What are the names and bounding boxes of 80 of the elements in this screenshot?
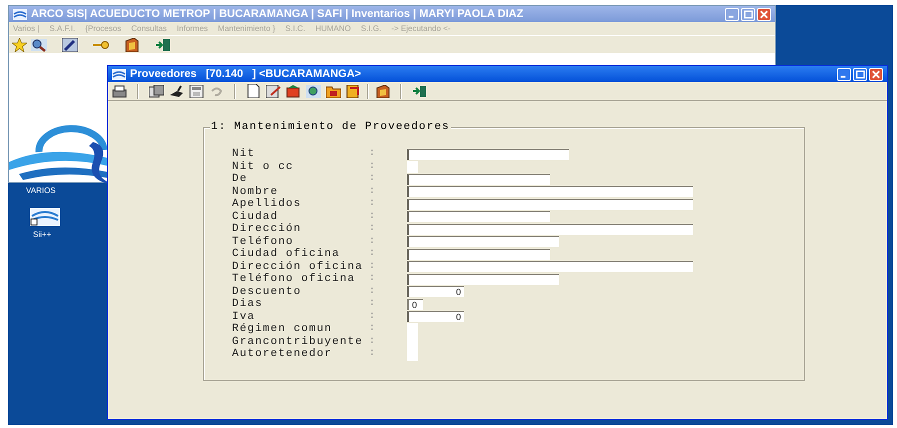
colon: : — [369, 336, 376, 348]
field-label: Régimen comun — [232, 323, 334, 336]
field-label: Teléfono oficina — [232, 273, 356, 286]
colon: : — [369, 348, 376, 360]
input-field[interactable] — [407, 236, 559, 248]
minimize-icon — [840, 75, 846, 78]
colon: : — [369, 273, 376, 286]
exit-door-icon[interactable] — [154, 36, 171, 52]
stamp-icon[interactable] — [168, 83, 185, 99]
colon: : — [369, 236, 376, 248]
input-field[interactable] — [407, 198, 693, 210]
field-label: Descuento — [232, 286, 302, 298]
maximize-button[interactable] — [741, 8, 755, 20]
maximize-icon — [856, 70, 865, 78]
app-icon — [112, 68, 126, 80]
field-label: Nombre — [232, 186, 280, 198]
documents-icon[interactable] — [148, 83, 165, 99]
input-field[interactable] — [407, 261, 693, 272]
input-field[interactable] — [407, 224, 693, 235]
colon: : — [369, 310, 376, 323]
edit-icon[interactable] — [265, 83, 282, 99]
shortcut-icon[interactable] — [30, 208, 60, 226]
printer-icon[interactable] — [111, 83, 128, 99]
field-label: Nit — [232, 148, 256, 160]
colon: : — [369, 248, 376, 260]
field-label: Dirección oficina — [232, 260, 364, 273]
colon: : — [369, 173, 376, 186]
input-field[interactable]: 0 — [407, 286, 464, 298]
minimize-button[interactable] — [725, 8, 739, 20]
input-field[interactable]: 0 — [407, 298, 423, 310]
book-icon[interactable] — [123, 36, 140, 52]
close-icon — [872, 70, 880, 78]
window-title: Proveedores [70.140 ] <BUCARAMANGA> — [130, 66, 362, 82]
input-field[interactable] — [407, 211, 550, 222]
minimize-button[interactable] — [837, 68, 851, 80]
colon: : — [369, 186, 376, 198]
close-button[interactable] — [869, 68, 883, 80]
colon: : — [369, 260, 376, 273]
field-label: Apellidos — [232, 198, 302, 210]
close-button[interactable] — [757, 8, 771, 20]
exit-door-icon[interactable] — [411, 83, 428, 99]
colon: : — [369, 298, 376, 310]
input-field[interactable] — [407, 248, 550, 260]
field-label: De — [232, 173, 248, 186]
field-label: Dirección — [232, 223, 302, 236]
input-field[interactable] — [407, 274, 559, 285]
field-label: Ciudad oficina — [232, 248, 341, 260]
maximize-button[interactable] — [853, 68, 867, 80]
app-icon — [13, 8, 27, 20]
colon: : — [369, 223, 376, 236]
desktop-label: VARIOS — [26, 185, 56, 197]
colon: : — [369, 160, 376, 173]
field-label: Nit o cc — [232, 160, 295, 173]
field-label: Autoretenedor — [232, 348, 334, 360]
input-field[interactable] — [407, 174, 550, 185]
field-label: Dias — [232, 298, 264, 310]
field-label: Teléfono — [232, 236, 295, 248]
maximize-icon — [744, 10, 753, 18]
input-field[interactable] — [407, 348, 418, 360]
colon: : — [369, 198, 376, 210]
field-label: Iva — [232, 310, 256, 323]
close-icon — [760, 10, 768, 18]
field-label: Ciudad — [232, 210, 280, 223]
minimize-icon — [728, 15, 734, 18]
pen-icon[interactable] — [61, 36, 78, 52]
input-field[interactable] — [407, 186, 693, 198]
calculator-icon[interactable] — [188, 83, 205, 99]
input-field[interactable] — [407, 323, 418, 336]
shortcut-label: Sii++ — [33, 229, 52, 241]
input-field[interactable]: 0 — [407, 311, 464, 322]
book-icon[interactable] — [374, 83, 391, 99]
input-field[interactable] — [407, 148, 569, 160]
field-label: Grancontribuyente — [232, 336, 364, 348]
colon: : — [369, 148, 376, 160]
colon: : — [369, 286, 376, 298]
colon: : — [369, 210, 376, 223]
star-icon[interactable] — [11, 36, 28, 52]
window-title: ARCO SIS| ACUEDUCTO METROP | BUCARAMANGA | SAFI | Inventarios | MARYI PAOLA DIAZ — [31, 6, 524, 22]
input-field[interactable] — [407, 160, 418, 173]
colon: : — [369, 323, 376, 336]
